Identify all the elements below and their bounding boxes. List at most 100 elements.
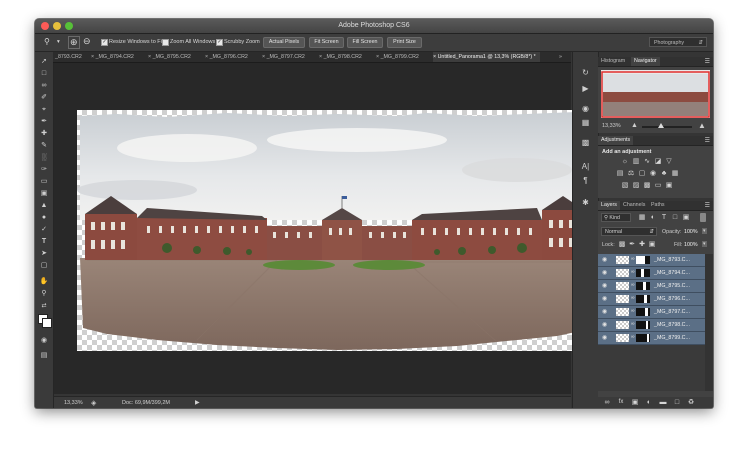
black-white-icon[interactable]: ▢	[638, 170, 646, 177]
visibility-eye-icon[interactable]: ◉	[602, 256, 607, 263]
zoom-slider-handle[interactable]	[658, 123, 664, 128]
visibility-eye-icon[interactable]: ◉	[602, 269, 607, 276]
close-tab-icon[interactable]: ×	[148, 54, 151, 60]
layer-row[interactable]: ◉ ∞ _MG_8796.C...	[598, 293, 705, 306]
scrubby-zoom-checkbox[interactable]: ✓	[216, 39, 223, 46]
document-tab[interactable]: × _MG_8798.CR2	[319, 52, 362, 62]
lasso-tool-icon[interactable]: ∞	[39, 82, 49, 90]
opacity-value[interactable]: 100%	[684, 229, 698, 235]
zoom-all-windows-checkbox[interactable]	[162, 39, 169, 46]
document-tab[interactable]: _8793.CR2	[55, 52, 82, 62]
blend-mode-select[interactable]: Normal ⇵	[601, 227, 657, 236]
share-icon[interactable]: ◈	[91, 399, 96, 407]
visibility-eye-icon[interactable]: ◉	[602, 282, 607, 289]
dodge-tool-icon[interactable]: ●	[39, 214, 49, 222]
curves-icon[interactable]: ∿	[643, 158, 651, 165]
print-size-button[interactable]: Print Size	[387, 37, 422, 48]
gradient-map-icon[interactable]: ▭	[654, 182, 662, 189]
quick-selection-tool-icon[interactable]: ✐	[39, 94, 49, 102]
screen-mode-icon[interactable]: ▤	[39, 352, 49, 360]
filter-pixel-icon[interactable]: ▦	[638, 214, 646, 221]
filter-adjustment-icon[interactable]: ◐	[649, 214, 657, 221]
color-lookup-icon[interactable]: ▦	[671, 170, 679, 177]
more-tabs-icon[interactable]: »	[559, 52, 562, 62]
status-menu-arrow-icon[interactable]: ▶	[195, 399, 200, 406]
hue-saturation-icon[interactable]: ▤	[616, 170, 624, 177]
layer-row[interactable]: ◉ ∞ _MG_8793.C...	[598, 254, 705, 267]
layer-style-icon[interactable]: fx	[617, 399, 625, 406]
layer-mask-thumbnail[interactable]	[636, 308, 650, 316]
new-layer-icon[interactable]: □	[673, 399, 681, 406]
panel-menu-icon[interactable]: ☰	[705, 58, 710, 65]
eraser-tool-icon[interactable]: ▭	[39, 178, 49, 186]
exposure-icon[interactable]: ◪	[654, 158, 662, 165]
document-tab[interactable]: × _MG_8794.CR2	[91, 52, 134, 62]
tab-adjustments[interactable]: Adjustments	[598, 136, 634, 145]
visibility-eye-icon[interactable]: ◉	[602, 321, 607, 328]
healing-brush-tool-icon[interactable]: ✚	[39, 130, 49, 138]
layer-mask-thumbnail[interactable]	[636, 295, 650, 303]
marquee-tool-icon[interactable]: □	[39, 70, 49, 78]
visibility-eye-icon[interactable]: ◉	[602, 295, 607, 302]
opacity-dropdown-icon[interactable]: ▾	[702, 228, 707, 234]
tab-paths[interactable]: Paths	[648, 201, 668, 210]
crop-tool-icon[interactable]: ⌖	[39, 106, 49, 114]
brush-tool-icon[interactable]: ✎	[39, 142, 49, 150]
close-tab-icon[interactable]: ×	[376, 54, 379, 60]
properties-panel-icon[interactable]: ▦	[580, 118, 591, 128]
document-tab[interactable]: × _MG_8796.CR2	[205, 52, 248, 62]
layer-mask-thumbnail[interactable]	[636, 269, 650, 277]
swap-colors-icon[interactable]: ⇄	[39, 302, 49, 310]
fill-screen-button[interactable]: Fill Screen	[347, 37, 383, 48]
zoom-tool-icon[interactable]: ⚲	[44, 37, 50, 46]
layer-row[interactable]: ◉ ∞ _MG_8795.C...	[598, 280, 705, 293]
actions-panel-icon[interactable]: ▶	[580, 84, 591, 94]
document-tab-active[interactable]: × Untitled_Panorama1 @ 13,3% (RGB/8*) *	[433, 52, 540, 62]
layer-mask-thumbnail[interactable]	[636, 256, 650, 264]
photo-filter-icon[interactable]: ◉	[649, 170, 657, 177]
layer-mask-thumbnail[interactable]	[636, 334, 650, 342]
close-tab-icon[interactable]: ×	[262, 54, 265, 60]
actual-pixels-button[interactable]: Actual Pixels	[263, 37, 305, 48]
path-selection-tool-icon[interactable]: ➤	[39, 250, 49, 258]
layer-filter-dropdown[interactable]: ⚲ Kind	[601, 213, 631, 222]
tab-channels[interactable]: Channels	[620, 201, 648, 210]
navigator-zoom[interactable]: 13,33%	[602, 123, 621, 129]
tab-histogram[interactable]: Histogram	[598, 57, 628, 66]
workspace-switcher[interactable]: Photography ⇵	[649, 37, 707, 47]
zoom-slider[interactable]	[642, 126, 692, 128]
document-tab[interactable]: × _MG_8797.CR2	[262, 52, 305, 62]
document-tab[interactable]: × _MG_8799.CR2	[376, 52, 419, 62]
lock-transparent-icon[interactable]: ▩	[618, 241, 626, 248]
move-tool-icon[interactable]: ➚	[39, 58, 49, 66]
posterize-icon[interactable]: ▨	[632, 182, 640, 189]
tab-navigator[interactable]: Navigator	[631, 57, 660, 66]
close-tab-icon[interactable]: ×	[433, 54, 436, 60]
visibility-eye-icon[interactable]: ◉	[602, 334, 607, 341]
vibrance-icon[interactable]: ▽	[665, 158, 673, 165]
hand-tool-icon[interactable]: ✋	[39, 278, 49, 286]
layer-row[interactable]: ◉ ∞ _MG_8799.C...	[598, 332, 705, 345]
filter-type-icon[interactable]: T	[660, 214, 668, 221]
document-tab[interactable]: × _MG_8795.CR2	[148, 52, 191, 62]
fill-dropdown-icon[interactable]: ▾	[702, 241, 707, 247]
layers-scrollbar[interactable]	[705, 254, 713, 391]
info-panel-icon[interactable]: ◉	[580, 104, 591, 114]
tab-layers[interactable]: Layers	[598, 201, 620, 210]
selective-color-icon[interactable]: ▣	[665, 182, 673, 189]
brightness-contrast-icon[interactable]: ☼	[621, 158, 629, 165]
new-adjustment-layer-icon[interactable]: ◐	[645, 399, 653, 406]
eyedropper-tool-icon[interactable]: ✒	[39, 118, 49, 126]
layer-row[interactable]: ◉ ∞ _MG_8797.C...	[598, 306, 705, 319]
close-tab-icon[interactable]: ×	[205, 54, 208, 60]
threshold-icon[interactable]: ▩	[643, 182, 651, 189]
color-balance-icon[interactable]: ⚖	[627, 170, 635, 177]
zoom-tool-icon[interactable]: ⚲	[39, 290, 49, 298]
link-layers-icon[interactable]: ∞	[603, 399, 611, 406]
zoom-level[interactable]: 13,33%	[64, 400, 83, 406]
lock-image-icon[interactable]: ✒	[628, 241, 636, 248]
clone-stamp-tool-icon[interactable]: ░	[39, 154, 49, 162]
swatches-panel-icon[interactable]: ▩	[580, 138, 591, 148]
filter-toggle[interactable]	[700, 213, 706, 222]
channel-mixer-icon[interactable]: ♣	[660, 170, 668, 177]
